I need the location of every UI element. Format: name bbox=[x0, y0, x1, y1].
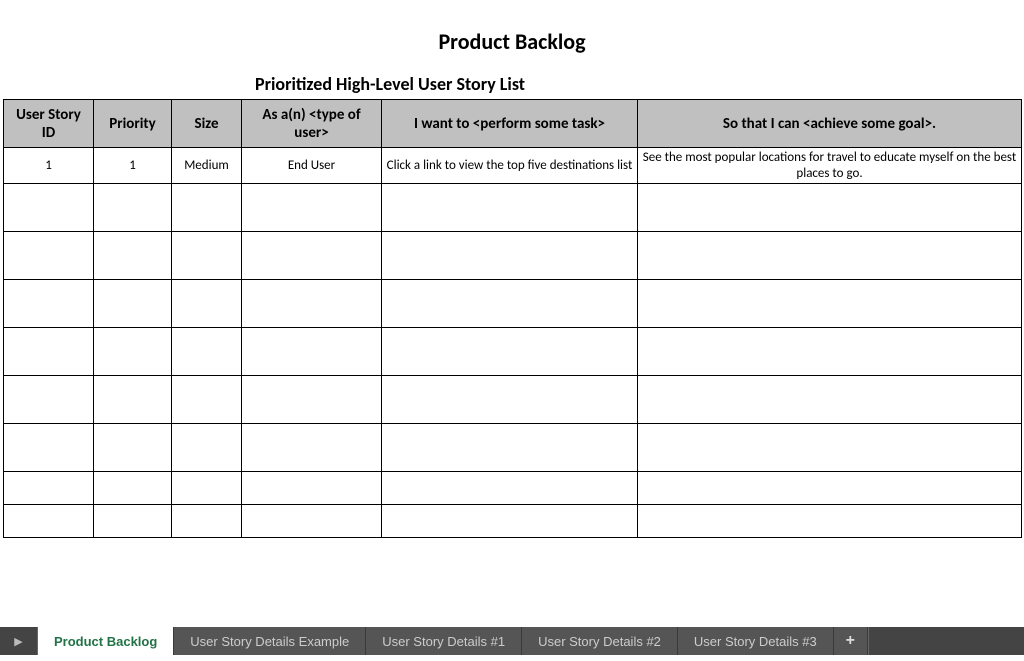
add-sheet-button[interactable]: + bbox=[834, 627, 868, 655]
cell-task[interactable] bbox=[382, 280, 638, 328]
sheet-tab[interactable]: User Story Details #2 bbox=[522, 627, 678, 655]
cell-goal[interactable] bbox=[638, 376, 1022, 424]
page-title: Product Backlog bbox=[0, 0, 1024, 73]
cell-priority[interactable] bbox=[94, 424, 172, 472]
table-row bbox=[4, 328, 1022, 376]
col-header-priority[interactable]: Priority bbox=[94, 100, 172, 148]
cell-goal[interactable] bbox=[638, 280, 1022, 328]
cell-size[interactable] bbox=[172, 424, 242, 472]
cell-task[interactable] bbox=[382, 328, 638, 376]
cell-user_type[interactable] bbox=[242, 376, 382, 424]
table-row bbox=[4, 232, 1022, 280]
cell-user_type[interactable] bbox=[242, 232, 382, 280]
table-row bbox=[4, 424, 1022, 472]
cell-user_type[interactable] bbox=[242, 424, 382, 472]
cell-goal[interactable] bbox=[638, 505, 1022, 538]
cell-goal[interactable] bbox=[638, 472, 1022, 505]
cell-task[interactable] bbox=[382, 376, 638, 424]
cell-task[interactable] bbox=[382, 505, 638, 538]
cell-priority[interactable] bbox=[94, 184, 172, 232]
cell-task[interactable] bbox=[382, 232, 638, 280]
cell-goal[interactable] bbox=[638, 232, 1022, 280]
cell-user_type[interactable] bbox=[242, 184, 382, 232]
page-subtitle: Prioritized High-Level User Story List bbox=[0, 73, 1024, 99]
table-row bbox=[4, 505, 1022, 538]
cell-size[interactable] bbox=[172, 472, 242, 505]
cell-goal[interactable] bbox=[638, 184, 1022, 232]
cell-priority[interactable] bbox=[94, 472, 172, 505]
cell-user_type[interactable] bbox=[242, 328, 382, 376]
col-header-size[interactable]: Size bbox=[172, 100, 242, 148]
cell-goal[interactable] bbox=[638, 424, 1022, 472]
sheet-tab[interactable]: Product Backlog bbox=[38, 627, 174, 655]
cell-id[interactable] bbox=[4, 280, 94, 328]
cell-task[interactable] bbox=[382, 184, 638, 232]
cell-goal[interactable] bbox=[638, 328, 1022, 376]
cell-id[interactable] bbox=[4, 232, 94, 280]
sheet-tab[interactable]: User Story Details #3 bbox=[678, 627, 834, 655]
sheet-tab[interactable]: User Story Details Example bbox=[174, 627, 366, 655]
cell-user_type[interactable] bbox=[242, 472, 382, 505]
cell-goal[interactable]: See the most popular locations for trave… bbox=[638, 148, 1022, 184]
cell-priority[interactable] bbox=[94, 232, 172, 280]
col-header-task[interactable]: I want to <perform some task> bbox=[382, 100, 638, 148]
cell-size[interactable]: Medium bbox=[172, 148, 242, 184]
cell-task[interactable]: Click a link to view the top five destin… bbox=[382, 148, 638, 184]
table-row: 11MediumEnd UserClick a link to view the… bbox=[4, 148, 1022, 184]
cell-id[interactable] bbox=[4, 184, 94, 232]
col-header-goal[interactable]: So that I can <achieve some goal>. bbox=[638, 100, 1022, 148]
cell-priority[interactable]: 1 bbox=[94, 148, 172, 184]
play-icon: ▶ bbox=[14, 635, 22, 648]
cell-task[interactable] bbox=[382, 472, 638, 505]
backlog-table: User Story ID Priority Size As a(n) <typ… bbox=[3, 99, 1022, 538]
table-row bbox=[4, 184, 1022, 232]
cell-size[interactable] bbox=[172, 232, 242, 280]
cell-size[interactable] bbox=[172, 184, 242, 232]
col-header-usertype[interactable]: As a(n) <type of user> bbox=[242, 100, 382, 148]
cell-user_type[interactable] bbox=[242, 505, 382, 538]
table-header-row: User Story ID Priority Size As a(n) <typ… bbox=[4, 100, 1022, 148]
cell-priority[interactable] bbox=[94, 328, 172, 376]
cell-id[interactable] bbox=[4, 505, 94, 538]
cell-user_type[interactable] bbox=[242, 280, 382, 328]
sheet-tab-bar: ▶ Product BacklogUser Story Details Exam… bbox=[0, 627, 1024, 655]
table-row bbox=[4, 472, 1022, 505]
cell-size[interactable] bbox=[172, 376, 242, 424]
col-header-id[interactable]: User Story ID bbox=[4, 100, 94, 148]
sheet-tab[interactable]: User Story Details #1 bbox=[366, 627, 522, 655]
cell-priority[interactable] bbox=[94, 280, 172, 328]
cell-task[interactable] bbox=[382, 424, 638, 472]
cell-user_type[interactable]: End User bbox=[242, 148, 382, 184]
cell-id[interactable] bbox=[4, 472, 94, 505]
cell-size[interactable] bbox=[172, 280, 242, 328]
cell-size[interactable] bbox=[172, 328, 242, 376]
cell-priority[interactable] bbox=[94, 505, 172, 538]
cell-id[interactable] bbox=[4, 376, 94, 424]
cell-size[interactable] bbox=[172, 505, 242, 538]
cell-id[interactable] bbox=[4, 328, 94, 376]
tab-bar-spacer bbox=[868, 627, 1024, 655]
table-row bbox=[4, 280, 1022, 328]
table-row bbox=[4, 376, 1022, 424]
cell-priority[interactable] bbox=[94, 376, 172, 424]
cell-id[interactable]: 1 bbox=[4, 148, 94, 184]
tab-nav-button[interactable]: ▶ bbox=[0, 627, 38, 655]
cell-id[interactable] bbox=[4, 424, 94, 472]
